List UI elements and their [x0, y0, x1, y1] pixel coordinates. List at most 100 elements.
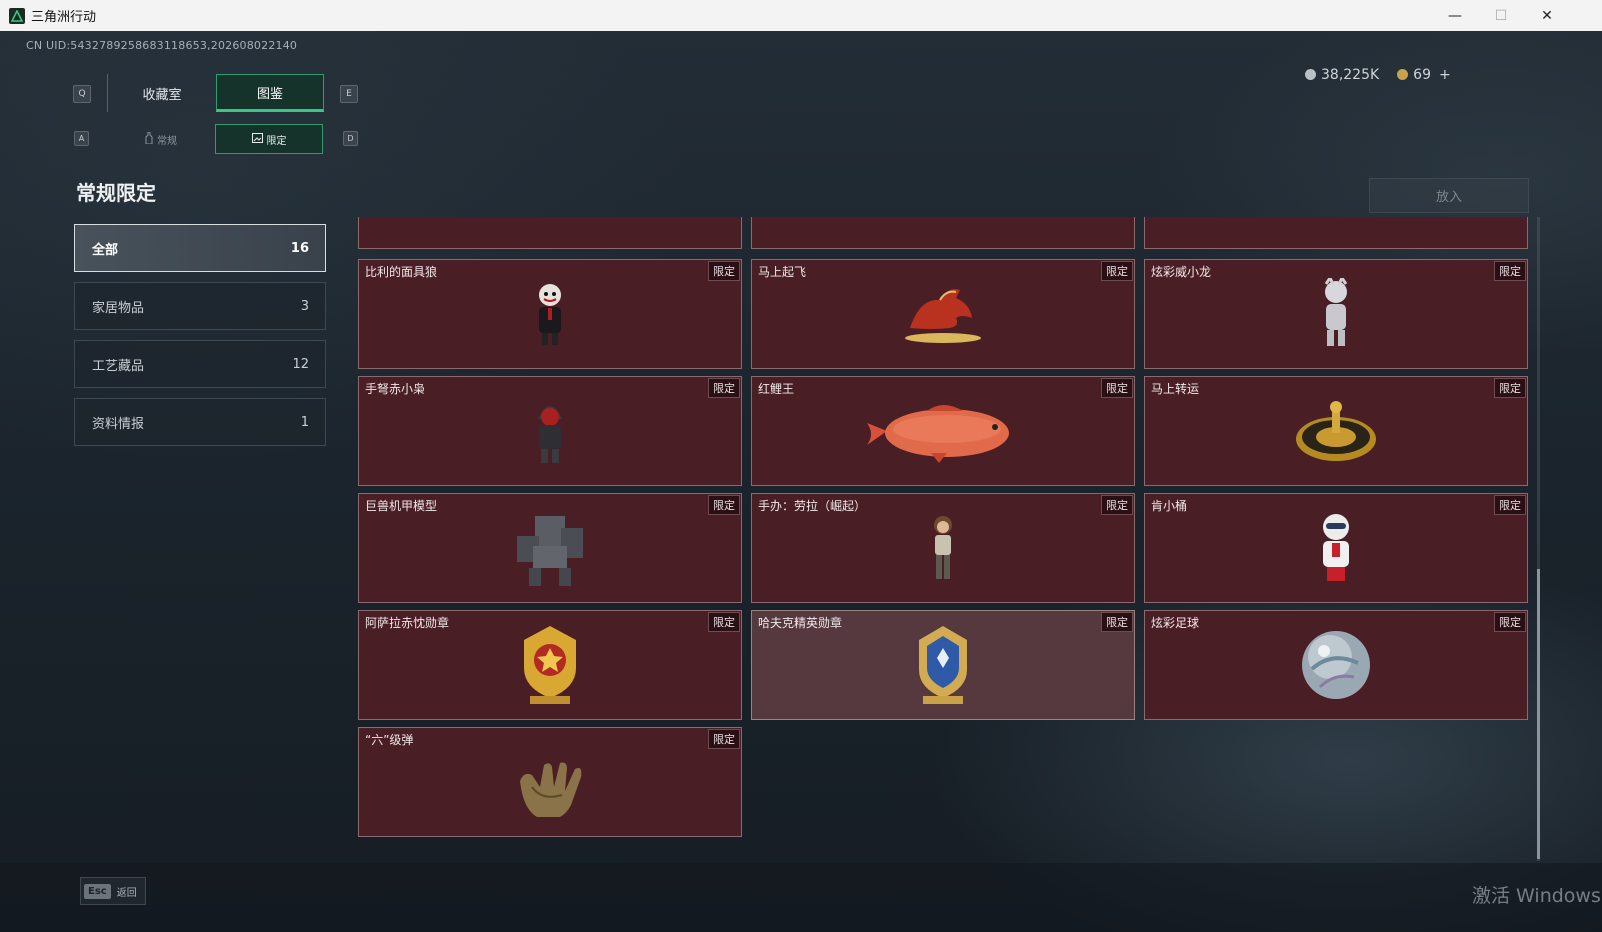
limited-badge: 限定 — [1101, 612, 1133, 632]
subtab-regular[interactable]: 常规 — [107, 124, 215, 154]
limited-badge: 限定 — [1494, 261, 1526, 281]
page-title: 常规限定 — [76, 181, 156, 205]
category-label: 全部 — [92, 242, 119, 258]
esc-key-hint: Esc — [84, 883, 111, 899]
minimize-button[interactable]: — — [1432, 0, 1478, 31]
currency-bar: 38,225K 69 + — [1305, 65, 1535, 85]
item-name: “六”级弹 — [365, 733, 414, 747]
item-card[interactable]: 手弩赤小枭 限定 — [358, 376, 742, 486]
white-dragon-figure-icon — [1318, 275, 1354, 354]
item-card[interactable]: 马上起飞 限定 — [751, 259, 1135, 369]
item-name: 肯小桶 — [1151, 499, 1188, 513]
category-count: 16 — [290, 240, 309, 256]
silver-coin-icon — [1305, 69, 1316, 80]
red-carp-icon — [861, 399, 1025, 467]
item-card[interactable]: 手办：劳拉（崛起） 限定 — [751, 493, 1135, 603]
item-card[interactable]: 红鲤王 限定 — [751, 376, 1135, 486]
add-currency-button[interactable]: + — [1439, 67, 1451, 83]
item-name: 马上转运 — [1151, 382, 1200, 396]
mech-model-icon — [511, 508, 589, 592]
sub-tabs: 常规 限定 — [107, 124, 323, 154]
place-button[interactable]: 放入 — [1369, 178, 1529, 213]
limited-badge: 限定 — [1494, 495, 1526, 515]
tab-codex[interactable]: 图鉴 — [216, 74, 324, 112]
item-name: 巨兽机甲模型 — [365, 499, 438, 513]
gold-currency: 69 + — [1397, 67, 1451, 83]
gold-medal-icon — [520, 624, 580, 710]
item-name: 哈夫克精英勋章 — [758, 616, 843, 630]
item-name: 阿萨拉赤忱勋章 — [365, 616, 450, 630]
player-uid: CN UID:5432789258683118653,202608022140 — [26, 39, 298, 52]
item-card-partial[interactable] — [751, 217, 1135, 249]
subtab-limited[interactable]: 限定 — [215, 124, 323, 154]
key-hint-a: A — [74, 131, 89, 146]
window-titlebar: 三角洲行动 — ☐ ✕ — [0, 0, 1602, 32]
bottle-icon — [145, 131, 153, 147]
category-all[interactable]: 全部 16 — [74, 224, 326, 272]
limited-badge: 限定 — [708, 378, 740, 398]
category-label: 工艺藏品 — [92, 358, 145, 374]
item-name: 手办：劳拉（崛起） — [758, 499, 867, 513]
item-card[interactable]: 炫彩威小龙 限定 — [1144, 259, 1528, 369]
item-card[interactable]: 巨兽机甲模型 限定 — [358, 493, 742, 603]
item-card[interactable]: 炫彩足球 限定 — [1144, 610, 1528, 720]
subtab-regular-label: 常规 — [157, 135, 177, 147]
back-label: 返回 — [116, 887, 137, 899]
item-card-partial[interactable] — [358, 217, 742, 249]
item-card[interactable]: “六”级弹 限定 — [358, 727, 742, 837]
category-count: 1 — [300, 414, 309, 430]
item-name: 炫彩威小龙 — [1151, 265, 1212, 279]
silver-currency: 38,225K — [1305, 67, 1379, 83]
silver-amount: 38,225K — [1321, 67, 1380, 83]
grid-scrollbar-thumb[interactable] — [1537, 569, 1540, 859]
limited-badge: 限定 — [1101, 261, 1133, 281]
lara-figure-icon — [924, 513, 962, 587]
category-label: 资料情报 — [92, 416, 145, 432]
gold-coin-icon — [1397, 69, 1409, 80]
item-card[interactable]: 马上转运 限定 — [1144, 376, 1528, 486]
limited-badge: 限定 — [1101, 378, 1133, 398]
category-count: 12 — [292, 356, 309, 372]
back-button[interactable]: Esc 返回 — [80, 877, 146, 905]
category-home-items[interactable]: 家居物品 3 — [74, 282, 326, 330]
limited-badge: 限定 — [708, 495, 740, 515]
window-title: 三角洲行动 — [31, 10, 97, 25]
hooded-figure-icon — [530, 397, 570, 469]
iridescent-ball-icon — [1300, 629, 1372, 705]
category-crafts[interactable]: 工艺藏品 12 — [74, 340, 326, 388]
category-label: 家居物品 — [92, 300, 145, 316]
item-card-selected[interactable]: 哈夫克精英勋章 限定 — [751, 610, 1135, 720]
item-card-partial[interactable] — [1144, 217, 1528, 249]
close-button[interactable]: ✕ — [1524, 0, 1570, 31]
limited-badge: 限定 — [1101, 495, 1133, 515]
colonel-figure-icon — [1314, 511, 1358, 589]
item-card[interactable]: 比利的面具狼 限定 — [358, 259, 742, 369]
main-tabs: 收藏室 图鉴 — [107, 74, 324, 112]
category-count: 3 — [300, 298, 309, 314]
item-name: 马上起飞 — [758, 265, 807, 279]
item-name: 红鲤王 — [758, 382, 795, 396]
item-name: 比利的面具狼 — [365, 265, 438, 279]
image-frame-icon — [251, 132, 263, 146]
limited-badge: 限定 — [708, 261, 740, 281]
item-name: 手弩赤小枭 — [365, 382, 426, 396]
windows-activation-watermark: 激活 Windows — [1472, 885, 1601, 907]
tab-collection-room[interactable]: 收藏室 — [108, 74, 216, 112]
item-grid[interactable]: 比利的面具狼 限定 马上起飞 限定 炫彩威小龙 限定 手弩赤小枭 限定 红鲤王 … — [358, 217, 1538, 861]
item-card[interactable]: 阿萨拉赤忱勋章 限定 — [358, 610, 742, 720]
limited-badge: 限定 — [708, 612, 740, 632]
bottom-bar — [0, 863, 1602, 932]
gold-hand-icon — [510, 747, 590, 821]
golden-wheel-icon — [1294, 399, 1378, 467]
red-horse-icon — [900, 284, 986, 348]
key-hint-q: Q — [73, 85, 91, 103]
limited-badge: 限定 — [1494, 378, 1526, 398]
limited-badge: 限定 — [1494, 612, 1526, 632]
item-card[interactable]: 肯小桶 限定 — [1144, 493, 1528, 603]
item-name: 炫彩足球 — [1151, 616, 1200, 630]
game-viewport: CN UID:5432789258683118653,202608022140 … — [0, 31, 1602, 932]
blue-medal-icon — [913, 624, 973, 710]
category-intel[interactable]: 资料情报 1 — [74, 398, 326, 446]
maximize-button[interactable]: ☐ — [1478, 0, 1524, 31]
app-logo-icon — [9, 7, 25, 24]
